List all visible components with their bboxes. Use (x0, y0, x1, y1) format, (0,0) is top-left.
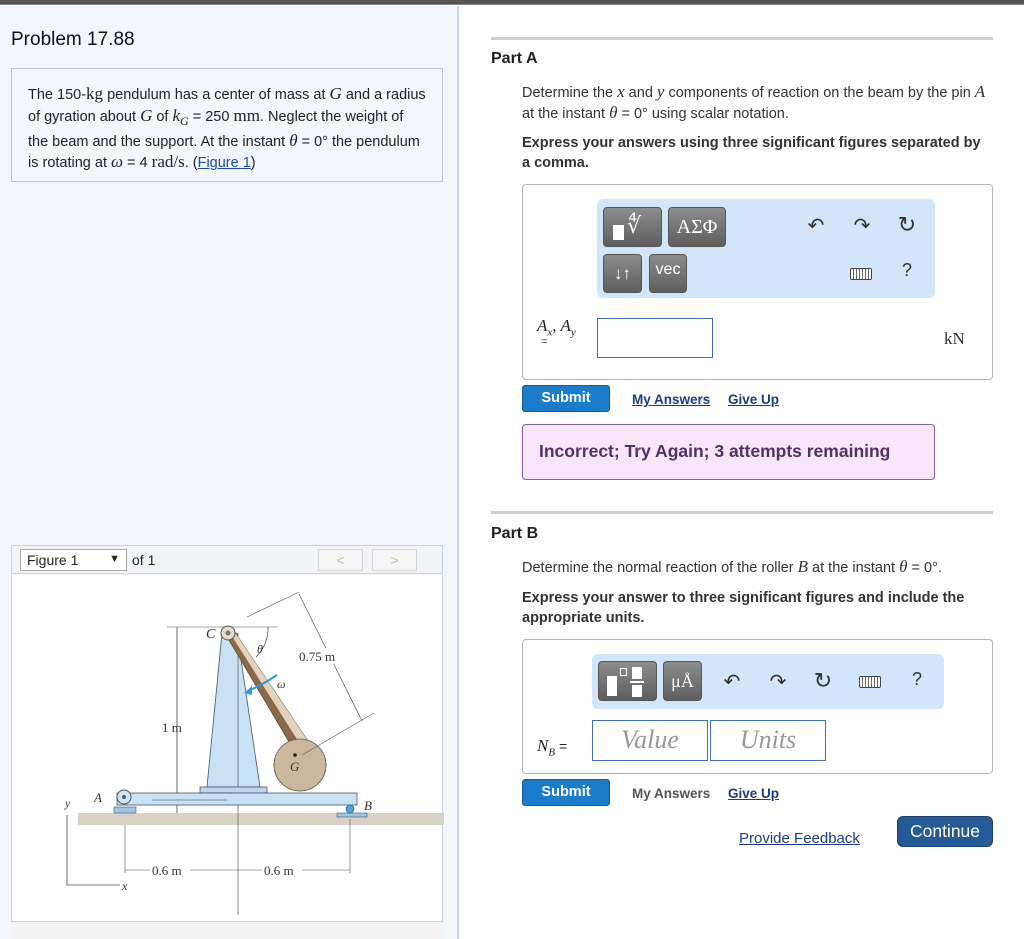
parts-pane: Part A Determine the x and y components … (461, 6, 1024, 939)
vector-button[interactable]: vec (649, 254, 687, 293)
part-a-answer-box: ∜ ΑΣΦ ↓↑ vec ↶ ↷ ↻ ? Ax, Ay = kN (522, 184, 993, 380)
part-b-instruction: Express your answer to three significant… (522, 590, 965, 626)
top-bar (0, 0, 1024, 5)
pendulum-figure: 1 m G C θ ω 0.75 m A B y x 0.6 m 0.6 m (64, 591, 444, 915)
label-theta: θ (257, 642, 263, 656)
sort-button[interactable]: ↓↑ (603, 254, 642, 293)
figure-toolbar: Figure 1 ▼ of 1 < > (11, 545, 443, 574)
label-G: G (290, 759, 300, 774)
label-06a: 0.6 m (152, 863, 182, 878)
part-a-answer-input[interactable] (597, 318, 713, 358)
greek-letters-button[interactable]: ΑΣΦ (668, 207, 726, 247)
figure-count: of 1 (132, 552, 156, 568)
redo-icon[interactable]: ↷ (766, 669, 790, 694)
part-a-my-answers-link[interactable]: My Answers (632, 392, 710, 407)
part-a-divider (491, 37, 993, 40)
problem-statement: The 150-kg pendulum has a center of mass… (11, 68, 443, 182)
provide-feedback-link[interactable]: Provide Feedback (739, 830, 860, 847)
beam (116, 792, 358, 806)
label-omega: ω (277, 677, 285, 691)
template-fraction-button[interactable] (598, 661, 657, 701)
undo-icon[interactable]: ↶ (804, 213, 828, 238)
part-a-math-toolbar: ∜ ΑΣΦ ↓↑ vec ↶ ↷ ↻ ? (597, 199, 935, 298)
label-y: y (64, 796, 71, 810)
units-button[interactable]: μÅ (663, 661, 702, 701)
pendulum-bob (273, 738, 327, 792)
part-a-title: Part A (491, 50, 538, 67)
label-A: A (93, 790, 102, 805)
label-1m: 1 m (162, 720, 182, 735)
label-06b: 0.6 m (264, 863, 294, 878)
reset-icon[interactable]: ↻ (811, 668, 835, 694)
part-a-unit: kN (944, 329, 965, 348)
help-button[interactable]: ? (905, 669, 929, 690)
template-radical-button[interactable]: ∜ (603, 207, 662, 247)
template-fraction-icon (607, 676, 617, 696)
label-B: B (364, 798, 372, 813)
part-a-feedback: Incorrect; Try Again; 3 attempts remaini… (522, 424, 935, 480)
part-b-give-up-link[interactable]: Give Up (728, 786, 779, 801)
part-b-title: Part B (491, 525, 539, 542)
undo-icon[interactable]: ↶ (720, 669, 744, 694)
template-radical-icon (613, 225, 624, 240)
part-a-question: Determine the x and y components of reac… (522, 82, 986, 122)
help-button[interactable]: ? (895, 260, 919, 281)
next-figure-button[interactable]: > (372, 549, 417, 571)
part-b-submit-button[interactable]: Submit (522, 779, 610, 806)
label-075: 0.75 m (299, 649, 335, 664)
figure-area: 1 m G C θ ω 0.75 m A B y x 0.6 m 0.6 m (11, 575, 444, 922)
figure-footer (11, 921, 443, 939)
redo-icon[interactable]: ↷ (850, 213, 874, 238)
prev-figure-button[interactable]: < (318, 549, 363, 571)
roller-b (345, 804, 355, 814)
continue-button[interactable]: Continue (897, 816, 993, 847)
part-a-submit-button[interactable]: Submit (522, 385, 610, 412)
keyboard-icon[interactable] (859, 676, 881, 688)
support-tower (206, 632, 261, 788)
units-input[interactable]: Units (710, 720, 826, 761)
part-b-math-toolbar: μÅ ↶ ↷ ↻ ? (592, 654, 944, 709)
part-b-my-answers-link[interactable]: My Answers (632, 786, 710, 801)
part-a-answer-label: Ax, Ay = (537, 316, 576, 349)
label-C: C (206, 627, 216, 642)
part-a-instruction: Express your answers using three signifi… (522, 135, 981, 171)
part-b-answer-box: μÅ ↶ ↷ ↻ ? NB = Value Units (522, 639, 993, 774)
problem-title: Problem 17.88 (11, 29, 135, 50)
figure-select[interactable]: Figure 1 ▼ (20, 549, 127, 571)
label-x: x (121, 879, 128, 893)
part-b-answer-label: NB = (537, 736, 568, 759)
xy-axes (66, 815, 120, 886)
part-a-give-up-link[interactable]: Give Up (728, 392, 779, 407)
part-b-divider (491, 511, 993, 514)
problem-pane: Problem 17.88 The 150-kg pendulum has a … (0, 6, 459, 939)
keyboard-icon[interactable] (850, 268, 872, 280)
dropdown-arrow-icon: ▼ (109, 553, 120, 565)
figure-link[interactable]: Figure 1 (198, 155, 251, 171)
ground (78, 813, 444, 825)
reset-icon[interactable]: ↻ (895, 212, 919, 238)
part-b-question: Determine the normal reaction of the rol… (522, 557, 942, 576)
value-input[interactable]: Value (592, 720, 708, 761)
